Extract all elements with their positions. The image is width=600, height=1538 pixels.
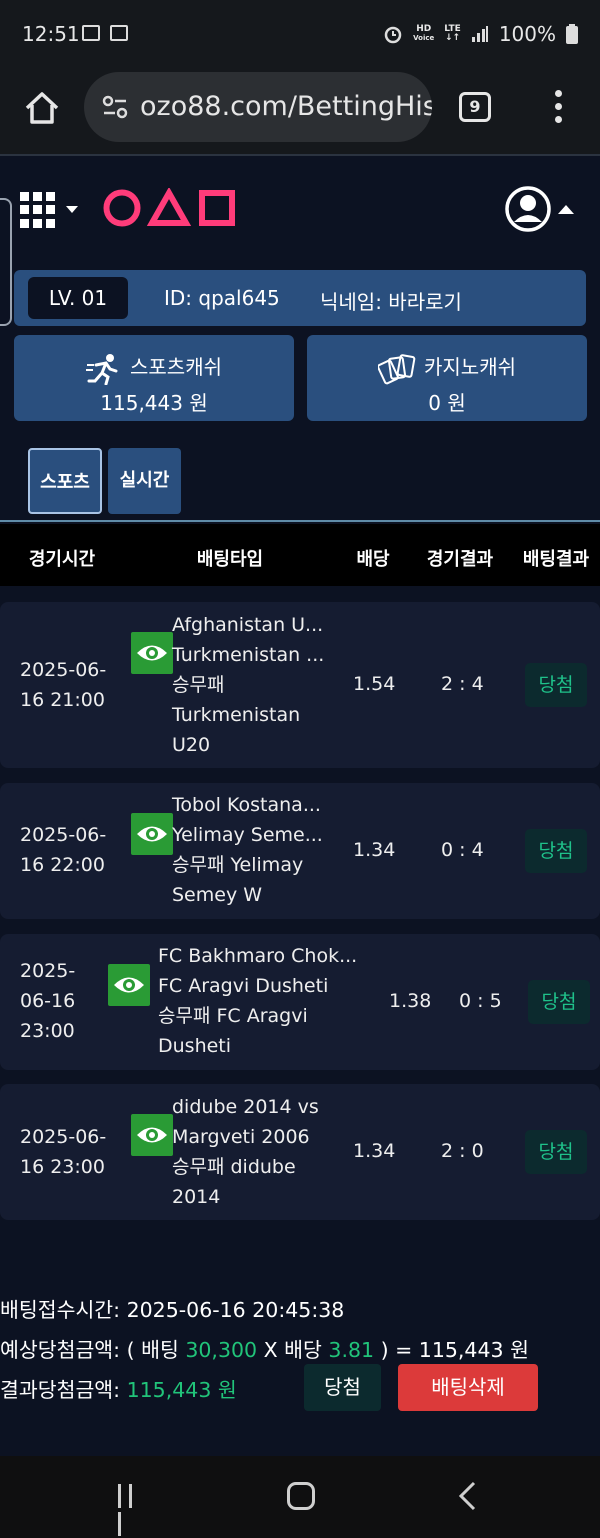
stake-amount: 30,300 <box>185 1338 258 1362</box>
header-bet-result: 배팅결과 <box>522 549 590 570</box>
match-time: 2025-06- 16 23:00 <box>20 1126 107 1178</box>
view-detail-button[interactable] <box>131 632 173 674</box>
battery-percent: 100% <box>498 22 556 46</box>
user-nickname: 닉네임: 바라로기 <box>320 290 462 314</box>
casino-cash-box[interactable]: 카지노캐쉬 0 원 <box>307 335 587 421</box>
match-time: 2025- 06-16 23:00 <box>20 960 76 1042</box>
calendar-icon <box>82 25 100 41</box>
caret-down-icon <box>66 206 78 213</box>
address-bar[interactable]: ozo88.com/BettingHistory <box>84 72 432 142</box>
total-odds: 3.81 <box>328 1338 375 1362</box>
header-bet-type: 배팅타입 <box>196 549 264 570</box>
status-right: HD Voice LTE ↓↑ 100% <box>383 22 578 46</box>
status-time: 12:51 <box>22 22 80 46</box>
casino-cash-value: 0 원 <box>428 391 466 415</box>
table-row: 2025- 06-16 23:00 FC Bakhmaro Chok... FC A… <box>0 934 600 1070</box>
bet-teams: FC Bakhmaro Chok... FC Aragvi Dusheti 승무… <box>158 945 358 1057</box>
running-icon <box>86 353 118 385</box>
browser-menu-icon[interactable] <box>552 90 564 126</box>
signal-icon <box>471 26 488 42</box>
result-badge: 당첨 <box>525 663 587 707</box>
eye-icon <box>114 977 144 993</box>
bet-teams: Tobol Kostana... Yelimay Seme... 승무패 Yel… <box>172 794 323 906</box>
sports-cash-title: 스포츠캐쉬 <box>14 351 294 385</box>
table-row: 2025-06- 16 22:00 Tobol Kostana... Yelima… <box>0 783 600 919</box>
tab-switcher-button[interactable]: 9 <box>459 92 491 122</box>
sports-cash-box[interactable]: 스포츠캐쉬 115,443 원 <box>14 335 294 421</box>
user-id: ID: qpal645 <box>164 286 280 310</box>
grid-icon <box>20 192 56 228</box>
odds-value: 1.34 <box>353 1140 396 1162</box>
header-odds: 배당 <box>356 549 390 570</box>
home-icon[interactable] <box>22 88 62 128</box>
expected-win-amount: 예상당첨금액: ( 배팅 30,300 X 배당 3.81 ) = 115,44… <box>0 1338 529 1362</box>
header-match-result: 경기결과 <box>426 549 494 570</box>
match-score: 0 : 4 <box>441 839 484 861</box>
hd-voice-icon: HD Voice <box>413 24 435 43</box>
match-score: 2 : 4 <box>441 673 484 695</box>
casino-cash-title: 카지노캐쉬 <box>307 351 587 385</box>
eye-icon <box>137 645 167 661</box>
table-row: 2025-06- 16 23:00 didube 2014 vs Margveti… <box>0 1084 600 1220</box>
bet-teams: didube 2014 vs Margveti 2006 승무패 didube … <box>172 1096 319 1208</box>
sports-cash-value: 115,443 원 <box>100 391 208 415</box>
system-nav-bar <box>0 1456 600 1538</box>
url-text: ozo88.com/BettingHistory <box>140 91 432 122</box>
user-menu-button[interactable] <box>503 184 579 234</box>
caret-up-icon <box>558 205 574 214</box>
match-time: 2025-06- 16 22:00 <box>20 824 107 876</box>
lte-icon: LTE ↓↑ <box>444 24 461 43</box>
odds-value: 1.38 <box>389 990 432 1012</box>
account-info-bar: LV. 01 ID: qpal645 닉네임: 바라로기 <box>14 270 586 326</box>
alarm-icon <box>384 26 402 44</box>
status-bar: 12:51 HD Voice LTE ↓↑ 100% <box>0 0 600 70</box>
side-drawer-handle[interactable] <box>0 198 12 326</box>
cards-icon <box>377 353 416 384</box>
win-status-button[interactable]: 당첨 <box>304 1364 381 1411</box>
browser-toolbar: ozo88.com/BettingHistory 9 <box>0 70 600 156</box>
view-detail-button[interactable] <box>131 1114 173 1156</box>
odds-value: 1.34 <box>353 839 396 861</box>
home-button-icon[interactable] <box>287 1482 315 1510</box>
view-detail-button[interactable] <box>108 964 150 1006</box>
match-score: 0 : 5 <box>459 990 502 1012</box>
bet-received-time: 배팅접수시간: 2025-06-16 20:45:38 <box>0 1298 345 1322</box>
table-row: 2025-06- 16 21:00 Afghanistan U... Turkme… <box>0 602 600 768</box>
bet-teams: Afghanistan U... Turkmenistan ... 승무패 Tu… <box>172 614 325 756</box>
battery-icon <box>566 24 578 44</box>
result-badge: 당첨 <box>525 1130 587 1174</box>
eye-icon <box>137 826 167 842</box>
site-logo[interactable] <box>102 188 236 228</box>
user-avatar-icon <box>505 186 551 232</box>
level-badge: LV. 01 <box>28 277 128 319</box>
site-settings-icon[interactable] <box>102 94 128 120</box>
match-score: 2 : 0 <box>441 1140 484 1162</box>
bet-history-list: 2025-06- 16 21:00 Afghanistan U... Turkme… <box>0 586 600 1456</box>
header-match-time: 경기시간 <box>28 549 96 570</box>
image-icon <box>110 25 128 41</box>
result-badge: 당첨 <box>528 980 590 1024</box>
site-header <box>0 158 600 268</box>
result-win-amount: 결과당첨금액: 115,443 원 <box>0 1378 237 1402</box>
view-detail-button[interactable] <box>131 813 173 855</box>
result-badge: 당첨 <box>525 829 587 873</box>
eye-icon <box>137 1127 167 1143</box>
match-time: 2025-06- 16 21:00 <box>20 659 107 711</box>
table-header: 경기시간 배팅타입 배당 경기결과 배팅결과 <box>0 524 600 586</box>
menu-grid-button[interactable] <box>20 192 80 228</box>
bet-type-tabs: 스포츠 실시간 <box>0 432 600 522</box>
recent-apps-icon[interactable] <box>118 1484 148 1536</box>
back-icon[interactable] <box>456 1480 480 1512</box>
tab-live[interactable]: 실시간 <box>108 448 181 514</box>
delete-bet-button[interactable]: 배팅삭제 <box>398 1364 538 1411</box>
tab-sports[interactable]: 스포츠 <box>28 448 102 514</box>
odds-value: 1.54 <box>353 673 396 695</box>
